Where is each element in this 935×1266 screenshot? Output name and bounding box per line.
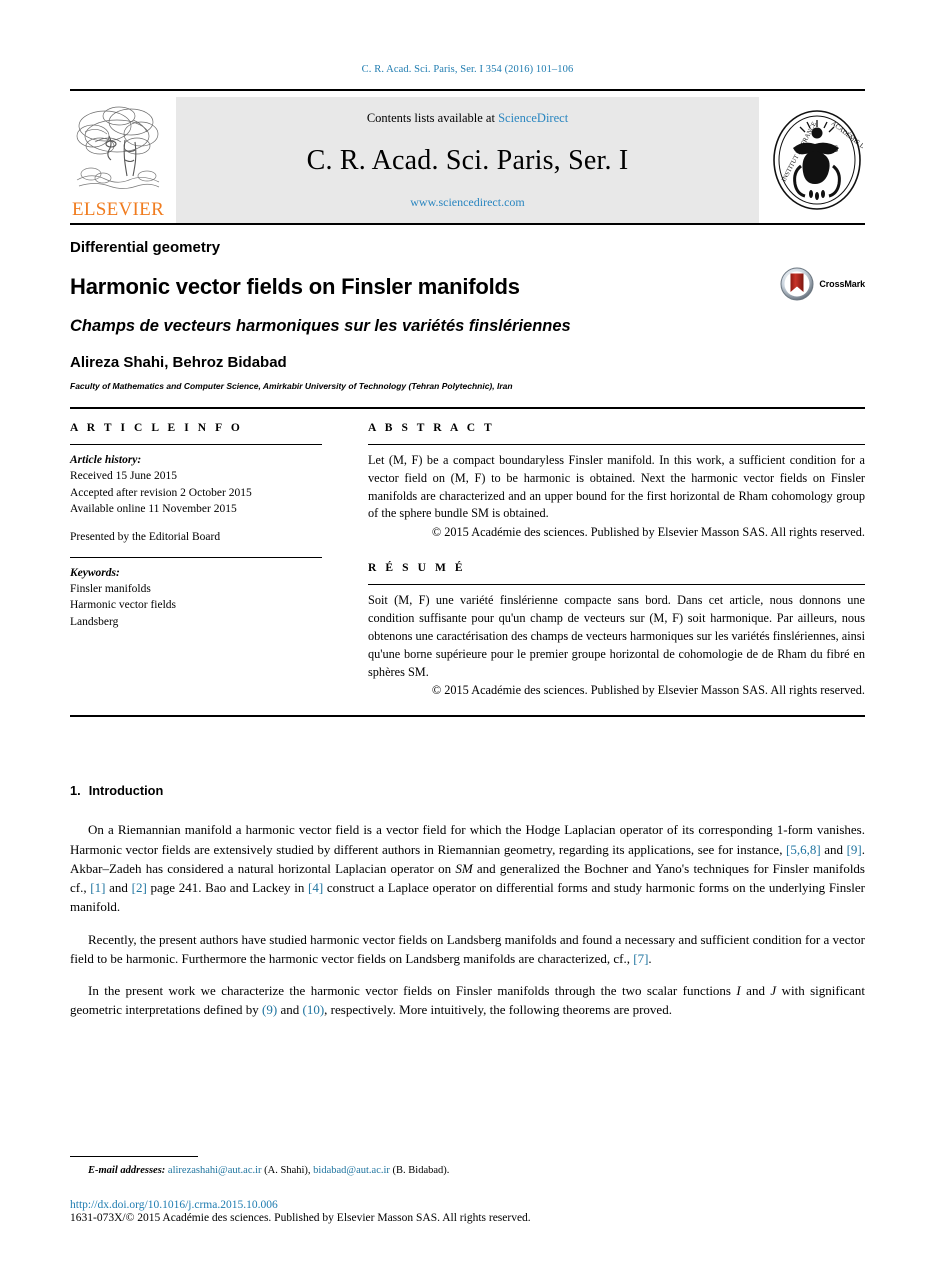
citation-ref-4[interactable]: [4] [308, 880, 323, 895]
doi-link[interactable]: http://dx.doi.org/10.1016/j.crma.2015.10… [70, 1199, 865, 1211]
keywords-label: Keywords: [70, 566, 120, 579]
journal-masthead: ELSEVIER Contents lists available at Sci… [0, 89, 935, 225]
elsevier-logo: ELSEVIER [70, 97, 166, 223]
resume-copyright: © 2015 Académie des sciences. Published … [431, 683, 865, 698]
citation-ref-2[interactable]: [2] [132, 880, 147, 895]
abstract-heading: A B S T R A C T [368, 422, 495, 434]
resume-block: R É S U M É Soit (M, F) une variété fins… [368, 562, 865, 698]
article-body: 1. Introduction On a Riemannian manifold … [0, 783, 935, 1019]
seal-year-right: 66 [829, 144, 839, 154]
math-sm: SM [455, 860, 473, 876]
page-title: Harmonic vector fields on Finsler manifo… [70, 274, 520, 299]
email-link-shahi[interactable]: alirezashahi@aut.ac.ir [168, 1165, 262, 1176]
email-name-bidabad: (B. Bidabad). [389, 1165, 450, 1177]
article-history-label: Article history: [70, 454, 142, 466]
elsevier-wordmark: ELSEVIER [71, 199, 165, 220]
p1-text-f: page 241. Bao and Lackey in [146, 880, 309, 896]
article-title-block: Differential geometry Harmonic vector fi… [0, 239, 935, 391]
crossmark-icon [780, 267, 814, 301]
p3-text-a: In the present work we characterize the … [88, 983, 737, 999]
subject-section-label: Differential geometry [70, 239, 221, 256]
academie-seal-logo: 16 66 ACADÉMIE DES INSTITUT DE FRANCE [769, 97, 865, 223]
paper-page: C. R. Acad. Sci. Paris, Ser. I 354 (2016… [0, 0, 935, 1266]
paragraph-2: Recently, the present authors have studi… [70, 930, 865, 968]
keyword-item: Finsler manifolds [70, 582, 151, 595]
abstract-copyright: © 2015 Académie des sciences. Published … [431, 525, 865, 540]
paragraph-3: In the present work we characterize the … [70, 981, 865, 1019]
author-list: Alireza Shahi, Behroz Bidabad [70, 354, 287, 371]
keywords-rule [70, 556, 322, 558]
citation-ref-7[interactable]: [7] [633, 951, 648, 966]
info-top-rule [70, 407, 865, 409]
email-link-bidabad[interactable]: bidabad@aut.ac.ir [313, 1165, 390, 1176]
equation-ref-9[interactable]: (9) [262, 1002, 277, 1017]
contents-available-line: Contents lists available at ScienceDirec… [367, 111, 568, 126]
p2-text-b: . [648, 950, 652, 966]
article-subtitle-french: Champs de vecteurs harmoniques sur les v… [70, 317, 571, 335]
masthead-bottom-rule [70, 223, 865, 225]
equation-ref-10[interactable]: (10) [303, 1002, 325, 1017]
keyword-item: Harmonic vector fields [70, 599, 177, 612]
presented-by: Presented by the Editorial Board [70, 531, 221, 544]
affiliation: Faculty of Mathematics and Computer Scie… [70, 381, 513, 391]
history-received: Received 15 June 2015 [70, 470, 177, 483]
citation-ref-9[interactable]: [9] [847, 842, 862, 857]
p1-text-a: On a Riemannian manifold a harmonic vect… [70, 822, 865, 857]
resume-rule [368, 584, 865, 586]
running-head: C. R. Acad. Sci. Paris, Ser. I 354 (2016… [361, 64, 574, 75]
email-addresses-line: E-mail addresses: alirezashahi@aut.ac.ir… [70, 1164, 865, 1179]
p3-text-d: and [277, 1002, 303, 1018]
citation-ref-568[interactable]: [5,6,8] [786, 842, 821, 857]
paragraph-1: On a Riemannian manifold a harmonic vect… [70, 820, 865, 916]
article-history: Article history: Received 15 June 2015 A… [70, 452, 322, 546]
journal-title: C. R. Acad. Sci. Paris, Ser. I [306, 144, 629, 176]
keyword-item: Landsberg [70, 615, 119, 628]
p1-text-e: and [105, 880, 132, 896]
article-info-column: A R T I C L E I N F O Article history: R… [70, 422, 322, 698]
masthead-banner: Contents lists available at ScienceDirec… [176, 97, 759, 223]
article-info-rule [70, 444, 322, 445]
section-number: 1. [70, 783, 81, 799]
email-label: E-mail addresses: [88, 1165, 166, 1177]
crossmark-label: CrossMark [819, 279, 865, 289]
p1-text-b: and [820, 841, 847, 857]
history-accepted: Accepted after revision 2 October 2015 [70, 486, 252, 499]
keywords-block: Keywords: Finsler manifolds Harmonic vec… [70, 565, 322, 630]
heading-introduction: 1. Introduction [70, 783, 865, 798]
page-footer: E-mail addresses: alirezashahi@aut.ac.ir… [70, 1156, 865, 1224]
p3-text-e: , respectively. More intuitively, the fo… [324, 1002, 672, 1018]
crossmark-badge[interactable]: CrossMark [780, 267, 865, 301]
p3-text-b: and [740, 983, 771, 999]
citation-ref-1[interactable]: [1] [90, 880, 105, 895]
contents-prefix: Contents lists available at [366, 111, 499, 125]
resume-body: Soit (M, F) une variété finslérienne com… [368, 593, 865, 679]
p2-text-a: Recently, the present authors have studi… [70, 931, 865, 966]
sciencedirect-link[interactable]: ScienceDirect [498, 111, 568, 125]
info-bottom-rule [70, 715, 865, 718]
issn-copyright-line: 1631-073X/© 2015 Académie des sciences. … [70, 1212, 531, 1224]
sciencedirect-url[interactable]: www.sciencedirect.com [410, 195, 525, 210]
abstract-column: A B S T R A C T Let (M, F) be a compact … [368, 422, 865, 698]
abstract-body: Let (M, F) be a compact boundaryless Fin… [368, 453, 865, 521]
email-name-shahi: (A. Shahi), [261, 1165, 314, 1177]
resume-heading: R É S U M É [368, 562, 466, 575]
footnote-rule [70, 1156, 198, 1158]
masthead-top-rule [70, 89, 865, 91]
history-online: Available online 11 November 2015 [70, 502, 237, 515]
abstract-rule [368, 444, 865, 445]
info-abstract-block: A R T I C L E I N F O Article history: R… [0, 407, 935, 718]
elsevier-tree-icon [76, 106, 160, 189]
article-info-heading: A R T I C L E I N F O [70, 422, 243, 434]
section-title: Introduction [88, 783, 164, 799]
academie-seal-icon: 16 66 ACADÉMIE DES INSTITUT DE FRANCE [773, 110, 863, 210]
